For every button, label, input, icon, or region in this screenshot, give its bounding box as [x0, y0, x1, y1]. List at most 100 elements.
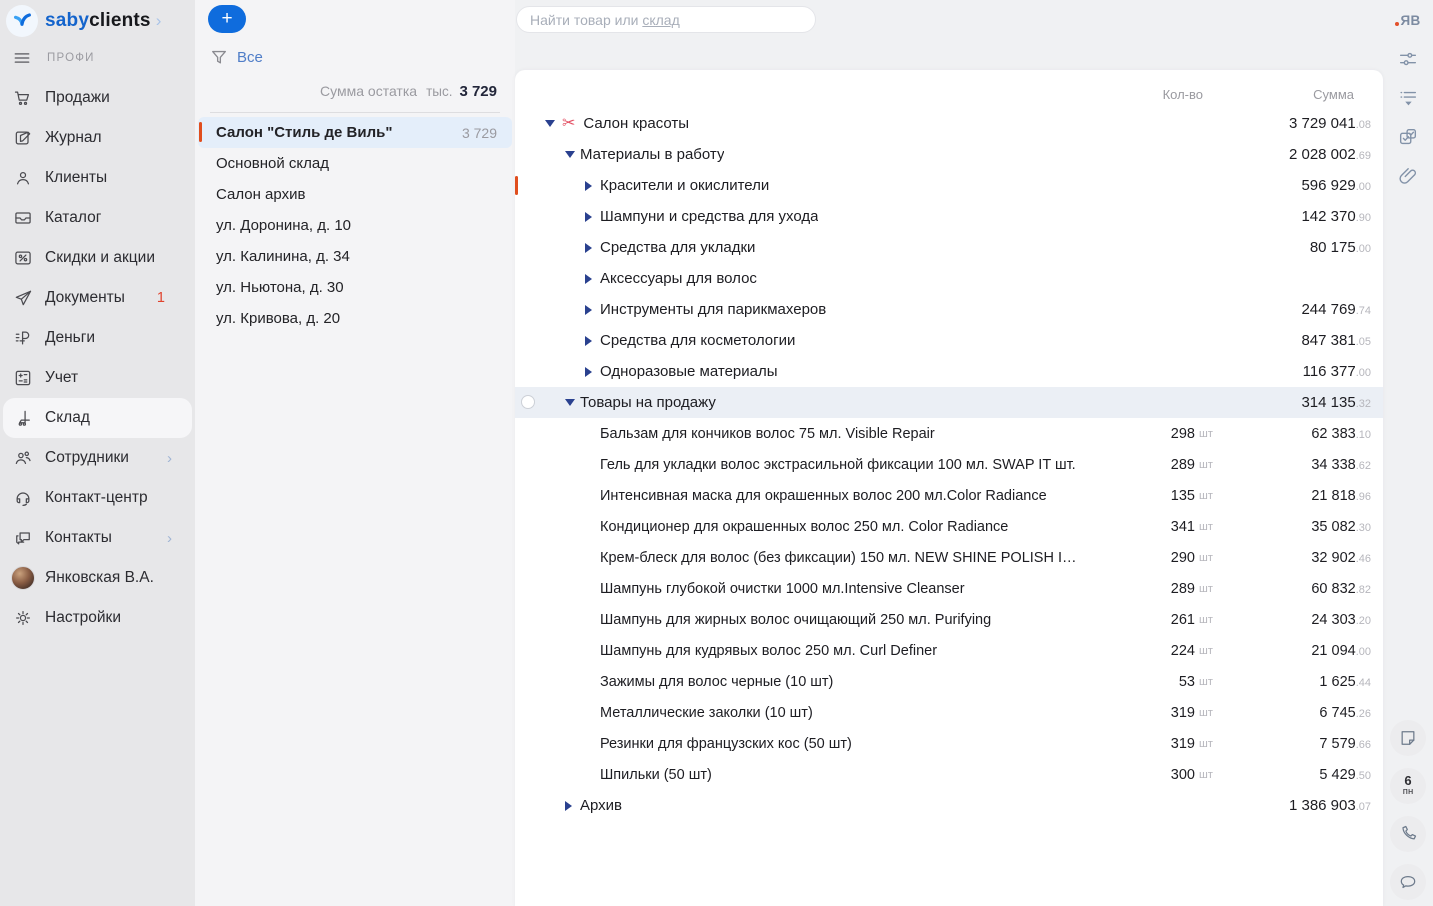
sidebar-item-contacts[interactable]: Контакты›: [0, 518, 195, 558]
product-row[interactable]: Шампунь для жирных волос очищающий 250 м…: [515, 604, 1383, 635]
divider: [210, 112, 500, 113]
person-icon: [10, 168, 36, 188]
product-row[interactable]: Шампунь глубокой очистки 1000 мл.Intensi…: [515, 573, 1383, 604]
warehouse-item[interactable]: Салон архив: [195, 179, 515, 210]
category-row[interactable]: Средства для укладки80 175.00: [515, 232, 1383, 263]
qty-value: 319: [1085, 736, 1195, 752]
multi-select-icon[interactable]: [1395, 125, 1421, 149]
category-row[interactable]: Материалы в работу2 028 002.69: [515, 139, 1383, 170]
keyboard-layout-indicator-icon[interactable]: ЯВ: [1395, 8, 1421, 32]
filter-control[interactable]: Все: [210, 48, 515, 66]
row-label: Аксессуары для волос: [600, 270, 757, 287]
warehouse-item[interactable]: ул. Калинина, д. 34: [195, 241, 515, 272]
column-header-qty[interactable]: Кол-во: [1085, 87, 1203, 102]
phone-button[interactable]: [1390, 816, 1426, 852]
profile-switcher[interactable]: ПРОФИ: [0, 40, 195, 76]
calendar-weekday: пн: [1403, 787, 1413, 797]
row-checkbox[interactable]: [521, 395, 535, 409]
product-row[interactable]: Зажимы для волос черные (10 шт)53шт1 625…: [515, 666, 1383, 697]
product-row[interactable]: Кондиционер для окрашенных волос 250 мл.…: [515, 511, 1383, 542]
category-row[interactable]: Шампуни и средства для ухода142 370.90: [515, 201, 1383, 232]
expand-arrow-icon[interactable]: [585, 305, 592, 315]
note-button[interactable]: [1390, 720, 1426, 756]
row-label: Металлические заколки (10 шт): [600, 705, 813, 721]
warehouse-name: ул. Ньютона, д. 30: [216, 279, 344, 296]
expand-arrow-icon[interactable]: [585, 336, 592, 346]
expand-arrow-icon[interactable]: [585, 243, 592, 253]
category-row[interactable]: ✂Салон красоты3 729 041.08: [515, 108, 1383, 139]
sidebar-item-journal[interactable]: Журнал: [0, 118, 195, 158]
category-row[interactable]: Одноразовые материалы116 377.00: [515, 356, 1383, 387]
category-row[interactable]: Архив1 386 903.07: [515, 790, 1383, 821]
sidebar-item-employees[interactable]: Сотрудники›: [0, 438, 195, 478]
search-input[interactable]: Найти товар или склад: [516, 6, 816, 33]
sum-value: 21 818.96: [1221, 488, 1371, 504]
sidebar-item-label: Продажи: [45, 89, 110, 107]
add-button[interactable]: +: [208, 5, 246, 33]
sum-value: 21 094.00: [1221, 643, 1371, 659]
category-row[interactable]: Товары на продажу314 135.32: [515, 387, 1383, 418]
sliders-icon[interactable]: [1395, 47, 1421, 71]
product-row[interactable]: Гель для укладки волос экстрасильной фик…: [515, 449, 1383, 480]
chat-button[interactable]: [1390, 864, 1426, 900]
category-row[interactable]: Аксессуары для волос: [515, 263, 1383, 294]
warehouse-item[interactable]: Основной склад: [195, 148, 515, 179]
collapse-arrow-icon[interactable]: [565, 151, 575, 158]
category-row[interactable]: Средства для косметологии847 381.05: [515, 325, 1383, 356]
column-header-sum[interactable]: Сумма: [1203, 87, 1371, 102]
category-row[interactable]: Красители и окислители596 929.00: [515, 170, 1383, 201]
sidebar-item-catalog[interactable]: Каталог: [0, 198, 195, 238]
sidebar-item-discounts[interactable]: Скидки и акции: [0, 238, 195, 278]
warehouse-name: Основной склад: [216, 155, 329, 172]
qty-unit: шт: [1195, 738, 1221, 750]
calendar-button[interactable]: 6пн: [1390, 768, 1426, 804]
warehouse-item[interactable]: ул. Доронина, д. 10: [195, 210, 515, 241]
sidebar-item-label: Контакты: [45, 529, 112, 547]
warehouse-name: Салон "Стиль де Виль": [216, 124, 392, 141]
sidebar-item-warehouse[interactable]: Склад: [3, 398, 192, 438]
sidebar-item-label: Клиенты: [45, 169, 107, 187]
attach-link-icon[interactable]: [1395, 164, 1421, 188]
alert-dot-icon: [1395, 22, 1399, 26]
sidebar-item-clients[interactable]: Клиенты: [0, 158, 195, 198]
qty-unit: шт: [1195, 614, 1221, 626]
warehouse-name: ул. Кривова, д. 20: [216, 310, 340, 327]
category-row[interactable]: Инструменты для парикмахеров244 769.74: [515, 294, 1383, 325]
sidebar-item-money[interactable]: Деньги: [0, 318, 195, 358]
sidebar-item-label: Учет: [45, 369, 78, 387]
warehouse-item[interactable]: ул. Кривова, д. 20: [195, 303, 515, 334]
sidebar-item-sales[interactable]: Продажи: [0, 78, 195, 118]
product-row[interactable]: Шпильки (50 шт)300шт5 429.50: [515, 759, 1383, 790]
product-row[interactable]: Резинки для французских кос (50 шт)319шт…: [515, 728, 1383, 759]
qty-unit: шт: [1195, 521, 1221, 533]
collapse-arrow-icon[interactable]: [545, 120, 555, 127]
send-icon: [10, 288, 36, 308]
search-scope-link[interactable]: склад: [642, 12, 679, 28]
qty-unit: шт: [1195, 707, 1221, 719]
app-logo[interactable]: sabyclients ›: [0, 2, 195, 40]
expand-arrow-icon[interactable]: [565, 801, 572, 811]
sum-value: 7 579.66: [1221, 736, 1371, 752]
sidebar-item-contact-center[interactable]: Контакт-центр: [0, 478, 195, 518]
product-row[interactable]: Металлические заколки (10 шт)319шт6 745.…: [515, 697, 1383, 728]
expand-arrow-icon[interactable]: [585, 212, 592, 222]
sidebar-item-documents[interactable]: Документы1: [0, 278, 195, 318]
warehouse-item[interactable]: ул. Ньютона, д. 30: [195, 272, 515, 303]
expand-arrow-icon[interactable]: [585, 181, 592, 191]
menu-icon[interactable]: [12, 48, 32, 68]
sidebar-item-accounting[interactable]: Учет: [0, 358, 195, 398]
warehouse-item[interactable]: Салон "Стиль де Виль"3 729: [198, 117, 512, 148]
expand-arrow-icon[interactable]: [585, 367, 592, 377]
product-row[interactable]: Шампунь для кудрявых волос 250 мл. Curl …: [515, 635, 1383, 666]
product-row[interactable]: Интенсивная маска для окрашенных волос 2…: [515, 480, 1383, 511]
product-row[interactable]: Бальзам для кончиков волос 75 мл. Visibl…: [515, 418, 1383, 449]
qty-value: 290: [1085, 550, 1195, 566]
sidebar-item-user[interactable]: Янковская В.А.: [0, 558, 195, 598]
cart-icon: [10, 88, 36, 108]
product-row[interactable]: Крем-блеск для волос (без фиксации) 150 …: [515, 542, 1383, 573]
sidebar-item-settings[interactable]: Настройки: [0, 598, 195, 638]
gear-icon: [10, 608, 36, 628]
expand-arrow-icon[interactable]: [585, 274, 592, 284]
sorted-list-icon[interactable]: [1395, 86, 1421, 110]
collapse-arrow-icon[interactable]: [565, 399, 575, 406]
